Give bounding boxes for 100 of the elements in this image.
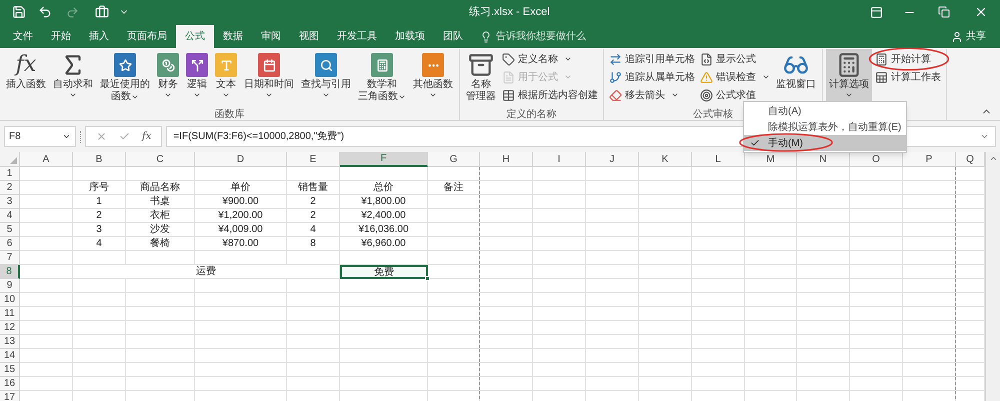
dropdown-icon[interactable]: [62, 132, 71, 141]
table-cell: ¥1,200.00: [195, 209, 287, 223]
column-header[interactable]: J: [586, 152, 639, 167]
ribbon-button[interactable]: 其他函数: [410, 49, 456, 107]
ribbon-button[interactable]: 名称 管理器: [463, 49, 499, 107]
ribbon-tab[interactable]: 团队: [434, 25, 472, 48]
row-header[interactable]: 1: [0, 167, 20, 181]
ribbon-button[interactable]: 最近使用的 函数: [97, 49, 153, 107]
ribbon-button[interactable]: 追踪从属单元格: [607, 68, 697, 86]
ribbon-button[interactable]: 日期和时间: [241, 49, 297, 107]
vertical-scrollbar[interactable]: [985, 152, 1000, 401]
caret-icon: [398, 93, 406, 101]
row-header[interactable]: 9: [0, 279, 20, 293]
grid-cell: [20, 321, 73, 335]
row-header[interactable]: 5: [0, 223, 20, 237]
row-header[interactable]: 14: [0, 349, 20, 363]
grid-cell: [73, 377, 126, 391]
column-header[interactable]: K: [639, 152, 692, 167]
save-icon[interactable]: [12, 5, 26, 19]
column-header[interactable]: E: [287, 152, 340, 167]
ribbon-tab[interactable]: 加载项: [386, 25, 434, 48]
column-header[interactable]: P: [903, 152, 956, 167]
name-box[interactable]: F8: [4, 126, 76, 147]
column-header[interactable]: N: [797, 152, 850, 167]
ribbon-button[interactable]: fx 插入函数: [3, 49, 49, 107]
column-header[interactable]: A: [20, 152, 73, 167]
ribbon-button[interactable]: 自动求和: [50, 49, 96, 107]
ribbon-tab[interactable]: 审阅: [252, 25, 290, 48]
ribbon-button[interactable]: 财务: [154, 49, 182, 107]
ribbon-button[interactable]: 数学和 三角函数: [355, 49, 409, 107]
column-header[interactable]: L: [692, 152, 745, 167]
column-header[interactable]: Q: [956, 152, 985, 167]
row-header[interactable]: 2: [0, 181, 20, 195]
column-header[interactable]: B: [73, 152, 126, 167]
column-header[interactable]: G: [428, 152, 480, 167]
ribbon-button[interactable]: 显示公式: [698, 50, 758, 68]
grid-cell: [692, 279, 745, 293]
row-header[interactable]: 13: [0, 335, 20, 349]
ribbon-tab[interactable]: 公式: [176, 25, 214, 48]
ribbon-button[interactable]: 逻辑: [183, 49, 211, 107]
grid-cell: [586, 251, 639, 265]
grid-cell: [586, 307, 639, 321]
ribbon-tab[interactable]: 页面布局: [118, 25, 176, 48]
scroll-up-icon[interactable]: [988, 154, 998, 163]
row-header[interactable]: 7: [0, 251, 20, 265]
grid-cell: [428, 251, 480, 265]
row-header[interactable]: 11: [0, 307, 20, 321]
row-header[interactable]: 17: [0, 391, 20, 401]
arrows-icon: [609, 52, 622, 66]
grid-cell: [639, 209, 692, 223]
grid-cell: [692, 237, 745, 251]
ribbon-button[interactable]: 计算工作表: [873, 68, 943, 86]
column-header[interactable]: M: [745, 152, 797, 167]
ribbon-button[interactable]: 文本: [212, 49, 240, 107]
grid-cell: [586, 279, 639, 293]
ribbon-tab[interactable]: 视图: [290, 25, 328, 48]
grid-cell: [797, 167, 850, 181]
row-header[interactable]: 4: [0, 209, 20, 223]
row-header[interactable]: 8: [0, 265, 20, 279]
insert-function-button[interactable]: fx: [142, 129, 152, 144]
row-header[interactable]: 10: [0, 293, 20, 307]
row-header[interactable]: 16: [0, 377, 20, 391]
share-button[interactable]: 共享: [951, 25, 986, 48]
column-header[interactable]: C: [126, 152, 195, 167]
ribbon-tab[interactable]: 开始: [42, 25, 80, 48]
grid-cell: [287, 307, 340, 321]
tell-me-field[interactable]: 告诉我你想要做什么: [480, 25, 586, 48]
ribbon-tab[interactable]: 开发工具: [328, 25, 386, 48]
undo-icon[interactable]: [38, 5, 52, 19]
expand-icon[interactable]: [980, 132, 989, 141]
ribbon-tab[interactable]: 插入: [80, 25, 118, 48]
ribbon-button[interactable]: 追踪引用单元格: [607, 50, 697, 68]
ribbon-button[interactable]: 定义名称: [500, 50, 574, 68]
row-header[interactable]: 12: [0, 321, 20, 335]
branch-icon: [609, 70, 622, 84]
ribbon-tab[interactable]: 文件: [4, 25, 42, 48]
fill-handle[interactable]: [425, 276, 430, 281]
ribbon-display-icon[interactable]: [870, 6, 883, 18]
type-book-icon: [215, 53, 237, 77]
ribbon-tab[interactable]: 数据: [214, 25, 252, 48]
column-header[interactable]: D: [195, 152, 287, 167]
ribbon-button[interactable]: 移去箭头: [607, 86, 681, 104]
ribbon-button[interactable]: 错误检查: [698, 68, 772, 86]
row-header[interactable]: 3: [0, 195, 20, 209]
column-header[interactable]: O: [850, 152, 903, 167]
row-header[interactable]: 6: [0, 237, 20, 251]
ribbon-button[interactable]: 查找与引用: [298, 49, 354, 107]
close-icon[interactable]: [974, 5, 988, 19]
grid-cell: [480, 195, 533, 209]
caret-icon: [564, 55, 572, 63]
ribbon-button[interactable]: 公式求值: [698, 86, 758, 104]
restore-icon[interactable]: [938, 6, 950, 18]
row-header[interactable]: 15: [0, 363, 20, 377]
column-header[interactable]: I: [533, 152, 586, 167]
column-header[interactable]: H: [480, 152, 533, 167]
briefcase-icon[interactable]: [95, 5, 109, 19]
grid-cell: [126, 279, 195, 293]
ribbon-button[interactable]: 根据所选内容创建: [500, 86, 600, 104]
menu-item[interactable]: 手动(M): [744, 135, 906, 151]
column-header[interactable]: F: [340, 152, 428, 167]
